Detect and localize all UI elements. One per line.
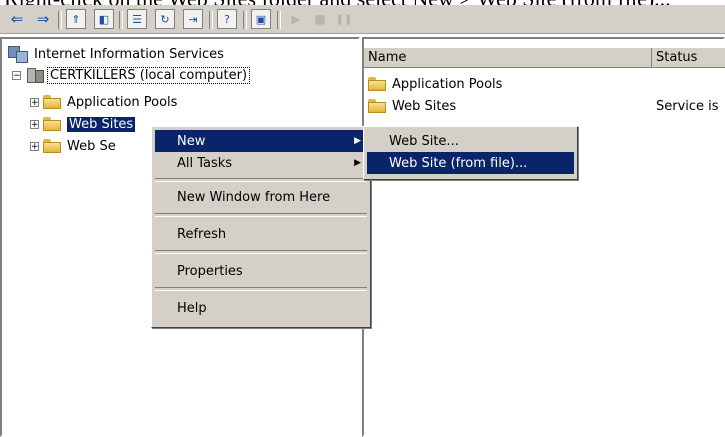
tree-item-application-pools[interactable]: + Application Pools xyxy=(30,92,177,112)
list-item-name: Application Pools xyxy=(392,76,503,92)
folder-icon xyxy=(43,95,61,109)
menu-item-label: Web Site (from file)... xyxy=(389,155,528,171)
tree-item-web-service-extensions[interactable]: + Web Se xyxy=(30,136,116,156)
computer-icon xyxy=(25,67,44,83)
up-level-icon[interactable]: ⇑ xyxy=(66,9,86,29)
list-item[interactable]: Application Pools xyxy=(368,74,502,94)
collapse-icon[interactable]: − xyxy=(12,70,21,80)
tree-item-label: Web Se xyxy=(67,138,116,154)
menu-item-label: Refresh xyxy=(177,226,227,242)
pause-icon[interactable]: ❚❚ xyxy=(334,8,354,30)
menu-item-new-window[interactable]: New Window from Here xyxy=(155,186,367,208)
tree-root-label: Internet Information Services xyxy=(34,46,224,62)
list-pane[interactable]: Name Status Application Pools Web Sites … xyxy=(362,37,725,437)
folder-icon xyxy=(43,139,61,153)
submenu-arrow-icon: ▶ xyxy=(354,136,361,146)
menu-item-label: All Tasks xyxy=(177,155,233,171)
tree-item-label: Web Sites xyxy=(67,116,136,132)
folder-icon xyxy=(368,77,386,91)
menu-item-label: New Window from Here xyxy=(177,189,331,205)
menu-item-label: Help xyxy=(177,300,207,316)
expand-icon[interactable]: + xyxy=(30,97,39,107)
list-item[interactable]: Web Sites Service is xyxy=(368,96,723,116)
help-icon[interactable]: ? xyxy=(217,9,237,29)
toolbar-separator xyxy=(58,11,62,29)
menu-item-all-tasks[interactable]: All Tasks ▶ xyxy=(155,152,367,174)
list-item-name: Web Sites xyxy=(392,98,457,114)
submenu-item-web-site-from-file[interactable]: Web Site (from file)... xyxy=(367,152,574,174)
menu-item-help[interactable]: Help xyxy=(155,297,367,319)
folder-icon xyxy=(43,117,61,131)
menu-separator xyxy=(155,213,367,217)
show-hide-tree-icon[interactable]: ◧ xyxy=(94,9,114,29)
play-icon[interactable]: ▶ xyxy=(286,8,306,30)
expand-icon[interactable]: + xyxy=(30,119,39,129)
refresh-icon[interactable]: ↻ xyxy=(155,9,175,29)
tree-item-computer[interactable]: − CERTKILLERS (local computer) xyxy=(12,65,251,85)
tree-item-label: Application Pools xyxy=(67,94,178,110)
properties-icon[interactable]: ☰ xyxy=(127,9,147,29)
export-list-icon[interactable]: ⇥ xyxy=(183,9,203,29)
iis-root-icon xyxy=(8,46,28,63)
tree-item-web-sites[interactable]: + Web Sites xyxy=(30,114,136,134)
computer-icon[interactable]: ▣ xyxy=(251,9,271,29)
menu-item-label: Web Site... xyxy=(389,133,459,149)
toolbar-separator xyxy=(209,11,213,29)
submenu-arrow-icon: ▶ xyxy=(354,158,361,168)
stop-icon[interactable]: ■ xyxy=(310,8,330,30)
toolbar-separator xyxy=(119,11,123,29)
tree-item-label: CERTKILLERS (local computer) xyxy=(47,66,251,84)
menu-item-refresh[interactable]: Refresh xyxy=(155,223,367,245)
menu-separator xyxy=(155,178,367,182)
column-header-name[interactable]: Name xyxy=(364,48,652,68)
menu-item-label: Properties xyxy=(177,263,243,279)
submenu-new: Web Site... Web Site (from file)... xyxy=(363,126,578,180)
toolbar-separator xyxy=(243,11,247,29)
toolbar: ⇐ ⇒ ⇑ ◧ ☰ ↻ ⇥ ? ▣ ▶ ■ ❚❚ xyxy=(0,5,725,34)
column-header-status[interactable]: Status xyxy=(652,48,725,68)
menu-separator xyxy=(155,250,367,254)
menu-item-properties[interactable]: Properties xyxy=(155,260,367,282)
submenu-item-web-site[interactable]: Web Site... xyxy=(367,130,574,152)
menu-separator xyxy=(155,287,367,291)
back-arrow-icon[interactable]: ⇐ xyxy=(6,8,28,30)
tree-root[interactable]: Internet Information Services xyxy=(8,44,224,64)
folder-icon xyxy=(368,99,386,113)
expand-icon[interactable]: + xyxy=(30,141,39,151)
forward-arrow-icon[interactable]: ⇒ xyxy=(32,8,54,30)
menu-item-label: New xyxy=(177,133,206,149)
toolbar-separator xyxy=(277,11,281,29)
list-item-status: Service is xyxy=(656,98,719,114)
context-menu: New ▶ All Tasks ▶ New Window from Here R… xyxy=(151,126,371,328)
menu-item-new[interactable]: New ▶ xyxy=(155,130,367,152)
